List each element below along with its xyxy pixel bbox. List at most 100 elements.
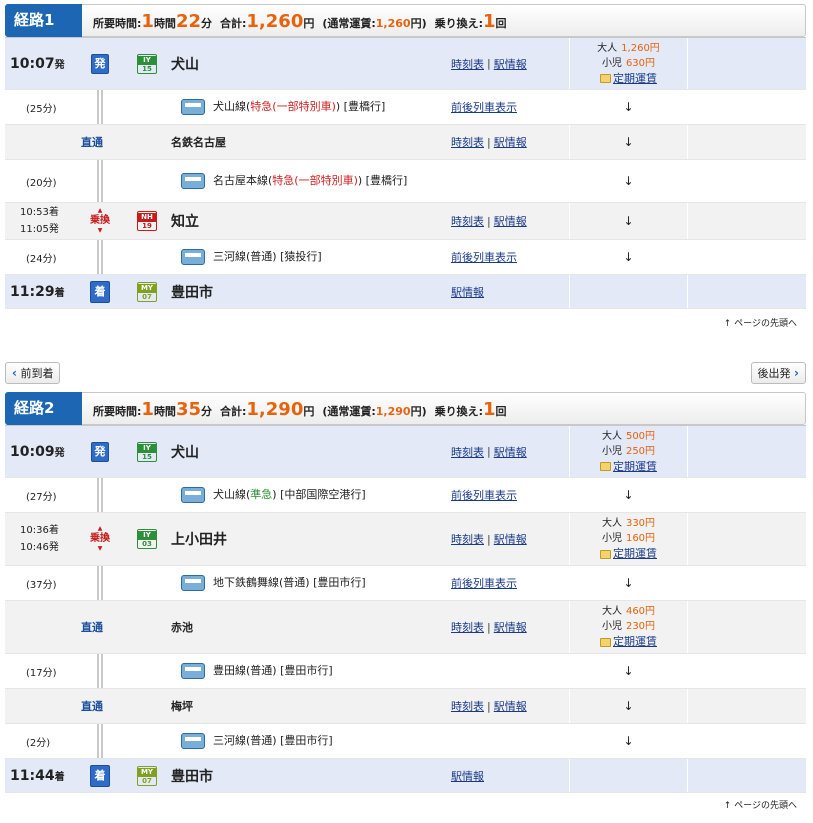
timetable-link[interactable]: 時刻表 [451, 698, 484, 714]
duration-text: (20分) [26, 177, 57, 189]
station-info-link[interactable]: 駅情報 [494, 698, 527, 714]
summary-yen: 円 [303, 17, 315, 30]
line-seg: 三河線(普通) [豊田市行] [213, 734, 333, 747]
line-seg: 三河線(普通) [猿投行] [213, 250, 322, 263]
down-arrow-icon: ↓ [623, 664, 634, 678]
train-icon [181, 249, 205, 265]
fare-cell: 大人 460円小児 230円 定期運賃 [569, 601, 687, 653]
fare-cell: ↓ [569, 240, 687, 274]
commuter-pass-link[interactable]: 定期運賃 [613, 547, 657, 560]
timetable-link[interactable]: 時刻表 [451, 531, 484, 547]
adjacent-trains-link[interactable]: 前後列車表示 [451, 99, 517, 115]
adjacent-trains-link[interactable]: 前後列車表示 [451, 575, 517, 591]
badge: 着 [90, 764, 110, 787]
blank-cell [687, 90, 806, 124]
station-info-link[interactable]: 駅情報 [494, 134, 527, 150]
station-info-link[interactable]: 駅情報 [451, 284, 484, 300]
line-seg: 名古屋本線( [213, 174, 273, 187]
station-name[interactable]: 梅坪 [171, 698, 193, 714]
duration: (24分) [10, 240, 85, 274]
child-value: 160円 [625, 533, 656, 544]
station-name[interactable]: 豊田市 [171, 282, 213, 302]
train-links: 前後列車表示 [451, 478, 561, 512]
rail-line [101, 160, 103, 202]
station-name[interactable]: 知立 [171, 211, 199, 231]
timetable-link[interactable]: 時刻表 [451, 619, 484, 635]
adult-label: 大人 [597, 42, 618, 54]
station-links: 時刻表 | 駅情報 [451, 203, 561, 239]
line-code-icon: IY 15 [136, 38, 158, 89]
station-info-link[interactable]: 駅情報 [494, 531, 527, 547]
rail-line [101, 654, 103, 688]
next-departure-button[interactable]: 後出発 › [750, 362, 806, 384]
commuter-pass-link[interactable]: 定期運賃 [613, 635, 657, 648]
timetable-link[interactable]: 時刻表 [451, 134, 484, 150]
station-name[interactable]: 犬山 [171, 442, 199, 462]
time-value: 11:29着 [10, 284, 65, 300]
time-cell: 10:09発 [10, 426, 85, 477]
summary-h_unit: 時間 [153, 405, 176, 418]
adult-label: 大人 [601, 606, 622, 617]
blank-cell [687, 125, 806, 159]
adult-value: 460円 [625, 606, 656, 617]
link-separator: | [487, 214, 491, 228]
prev-arrival-button[interactable]: ‹ 前到着 [5, 362, 61, 384]
summary-xfer_unit: 回 [495, 405, 507, 418]
station-info-link[interactable]: 駅情報 [494, 444, 527, 460]
duration-text: (25分) [26, 103, 57, 115]
timetable-link[interactable]: 時刻表 [451, 213, 484, 229]
station-name[interactable]: 豊田市 [171, 766, 213, 786]
summary-m_unit: 分 [201, 405, 212, 418]
time-cell: 11:29着 [10, 275, 85, 308]
duration-text: (17分) [26, 667, 57, 679]
station-info-link[interactable]: 駅情報 [494, 56, 527, 72]
adjacent-trains-link[interactable]: 前後列車表示 [451, 487, 517, 503]
route-row-arrive: 11:29着着 MY 07 豊田市 駅情報 [5, 275, 806, 309]
time: 10:07 [10, 55, 55, 72]
adjacent-trains-link[interactable]: 前後列車表示 [451, 249, 517, 265]
station-name[interactable]: 名鉄名古屋 [171, 134, 226, 150]
time-suffix: 発 [54, 447, 65, 459]
page-top-label: ページの先頭へ [734, 319, 797, 329]
station-name[interactable]: 上小田井 [171, 529, 227, 549]
line-code-number: 15 [142, 64, 152, 73]
blank-cell [687, 724, 806, 758]
line-info: 犬山線(準急) [中部国際空港行] [181, 478, 431, 512]
link-separator: | [487, 532, 491, 546]
child-fare: 小児 230円 [600, 619, 657, 634]
page-top-link-1[interactable]: ↑ ページの先頭へ [724, 316, 797, 329]
rail-line [97, 90, 99, 124]
station-name[interactable]: 犬山 [171, 54, 199, 74]
blank-cell [687, 654, 806, 688]
adult-value: 500円 [625, 430, 656, 442]
page-top-link-2[interactable]: ↑ ページの先頭へ [724, 798, 797, 811]
summary-xfer: 1 [483, 399, 496, 420]
link-separator: | [487, 135, 491, 149]
line-code: IY 03 [137, 529, 157, 549]
direct-label: 直通 [81, 601, 103, 653]
commuter-pass-link[interactable]: 定期運賃 [613, 460, 657, 473]
commuter-pass-link[interactable]: 定期運賃 [613, 72, 657, 85]
station-info-link[interactable]: 駅情報 [494, 619, 527, 635]
station-info-link[interactable]: 駅情報 [494, 213, 527, 229]
transfer-arrow-down: ▼ [97, 227, 103, 234]
station-links: 時刻表 | 駅情報 [451, 125, 561, 159]
station-info-link[interactable]: 駅情報 [451, 768, 484, 784]
line-info: 三河線(普通) [豊田市行] [181, 724, 431, 758]
train-icon [181, 487, 205, 503]
arrive-icon: 着 [84, 275, 116, 308]
route-row-train: (20分) 名古屋本線(特急(一部特別車)) [豊橋行] ↓ [5, 160, 806, 203]
summary-xfer_unit: 回 [495, 17, 507, 30]
station-name[interactable]: 赤池 [171, 619, 193, 635]
fare-cell: ↓ [569, 689, 687, 723]
summary-xfer_label: 乗り換え: [434, 17, 484, 30]
timetable-link[interactable]: 時刻表 [451, 56, 484, 72]
fare-cell: ↓ [569, 203, 687, 239]
line-seg: 地下鉄鶴舞線(普通) [豊田市行] [213, 576, 366, 589]
blank-cell [687, 203, 806, 239]
timetable-link[interactable]: 時刻表 [451, 444, 484, 460]
station-name-cell: 犬山 [171, 426, 441, 477]
child-fare: 小児 160円 [600, 531, 657, 546]
train-links: 前後列車表示 [451, 90, 561, 124]
summary-label_time: 所要時間: [93, 17, 142, 30]
